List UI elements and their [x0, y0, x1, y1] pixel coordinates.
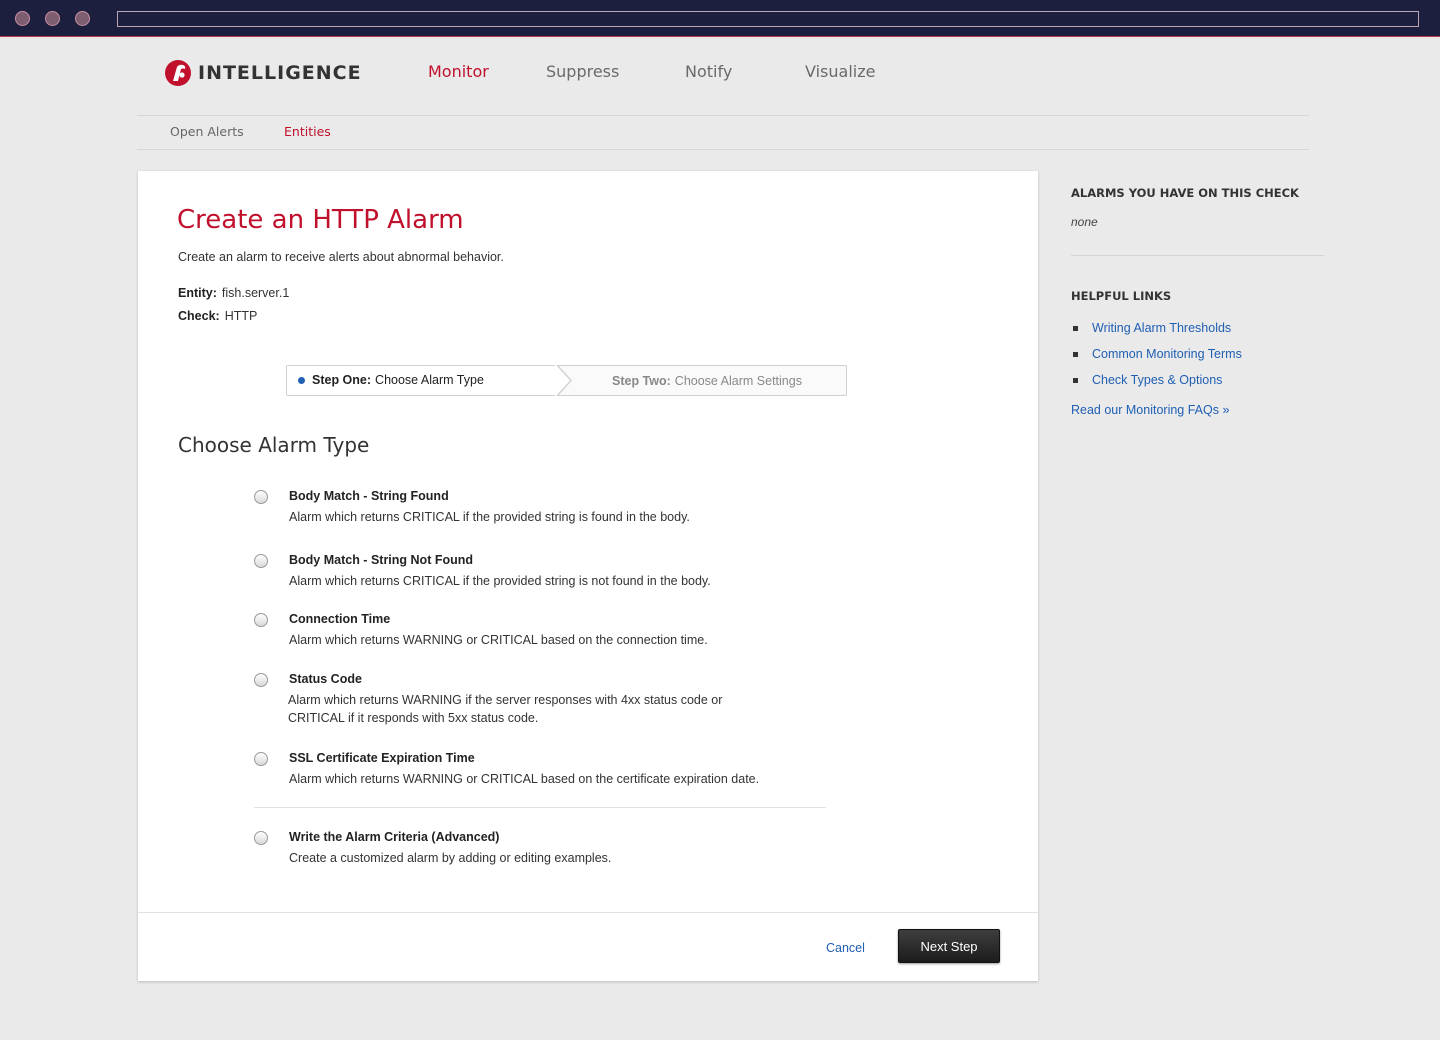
brand-name: INTELLIGENCE — [198, 62, 362, 84]
step-two-text: Choose Alarm Settings — [674, 374, 802, 388]
alarm-option-description: Alarm which returns WARNING if the serve… — [288, 693, 723, 725]
subnav-top-divider — [137, 115, 1309, 116]
entity-label: Entity: — [178, 286, 217, 300]
entity-value: fish.server.1 — [221, 286, 290, 300]
alarm-option-radio[interactable] — [254, 490, 268, 504]
alarm-type-heading: Choose Alarm Type — [178, 433, 370, 457]
alarm-option-title: Status Code — [289, 672, 362, 686]
helpful-links-heading: HELPFUL LINKS — [1071, 289, 1172, 303]
monitoring-faqs-link[interactable]: Read our Monitoring FAQs » — [1071, 403, 1229, 417]
step-one-text: Choose Alarm Type — [375, 373, 484, 387]
entity-info: Entity: fish.server.1 — [178, 286, 289, 300]
brand-logo[interactable]: INTELLIGENCE — [164, 58, 362, 88]
alarm-option-title: Body Match - String Found — [289, 489, 449, 503]
alarms-on-check-value: none — [1071, 215, 1098, 229]
alarm-option-radio[interactable] — [254, 554, 268, 568]
alarm-option-title: Body Match - String Not Found — [289, 553, 474, 567]
window-minimize-button[interactable] — [45, 11, 60, 26]
check-value: HTTP — [224, 309, 258, 323]
alarm-option-title: Write the Alarm Criteria (Advanced) — [289, 830, 500, 844]
page-description: Create an alarm to receive alerts about … — [178, 250, 504, 264]
alarm-option-description: Alarm which returns WARNING or CRITICAL … — [289, 772, 760, 786]
subnav-bottom-divider — [137, 149, 1309, 150]
step-chevron-icon — [555, 365, 573, 396]
nav-monitor[interactable]: Monitor — [428, 62, 489, 81]
wizard-steps: Step One: Choose Alarm Type Step Two: Choo… — [286, 365, 847, 396]
window-close-button[interactable] — [15, 11, 30, 26]
address-bar[interactable] — [117, 11, 1419, 27]
alarm-option-description: Create a customized alarm by adding or e… — [289, 851, 612, 865]
bullet-square-icon — [1073, 378, 1078, 383]
alarm-option-radio[interactable] — [254, 613, 268, 627]
nav-visualize[interactable]: Visualize — [805, 62, 875, 81]
alarm-option-title: SSL Certificate Expiration Time — [289, 751, 475, 765]
alarm-option-radio[interactable] — [254, 673, 268, 687]
sidebar-divider — [1071, 255, 1324, 256]
link-writing-alarm-thresholds[interactable]: Writing Alarm Thresholds — [1092, 321, 1231, 335]
page-title: Create an HTTP Alarm — [177, 205, 464, 235]
subnav-entities[interactable]: Entities — [284, 124, 331, 139]
alarm-option-description: Alarm which returns CRITICAL if the prov… — [289, 510, 690, 524]
step-two: Step Two: Choose Alarm Settings — [612, 374, 802, 388]
step-one-label: Step One: — [312, 373, 372, 387]
step-one: Step One: Choose Alarm Type — [287, 366, 557, 395]
alarm-option-radio[interactable] — [254, 831, 268, 845]
create-alarm-card: Create an HTTP Alarm Create an alarm to … — [138, 171, 1038, 981]
check-info: Check: HTTP — [178, 309, 257, 323]
nav-notify[interactable]: Notify — [685, 62, 732, 81]
bullet-square-icon — [1073, 326, 1078, 331]
next-step-button[interactable]: Next Step — [898, 929, 1000, 963]
card-footer-divider — [138, 912, 1038, 913]
active-step-dot-icon — [298, 377, 305, 384]
window-maximize-button[interactable] — [75, 11, 90, 26]
step-two-label: Step Two: — [612, 374, 671, 388]
alarm-option-description: Alarm which returns CRITICAL if the prov… — [289, 574, 711, 588]
check-label: Check: — [178, 309, 220, 323]
cancel-link[interactable]: Cancel — [826, 941, 865, 955]
window-titlebar — [0, 0, 1440, 37]
nav-suppress[interactable]: Suppress — [546, 62, 619, 81]
link-check-types-options[interactable]: Check Types & Options — [1092, 373, 1222, 387]
bullet-square-icon — [1073, 352, 1078, 357]
link-common-monitoring-terms[interactable]: Common Monitoring Terms — [1092, 347, 1242, 361]
rackspace-logo-icon — [165, 60, 191, 86]
options-divider — [254, 807, 826, 808]
alarm-option-title: Connection Time — [289, 612, 391, 626]
alarm-option-radio[interactable] — [254, 752, 268, 766]
subnav-open-alerts[interactable]: Open Alerts — [170, 124, 244, 139]
alarms-on-check-heading: ALARMS YOU HAVE ON THIS CHECK — [1071, 186, 1299, 200]
alarm-option-description: Alarm which returns WARNING or CRITICAL … — [289, 633, 708, 647]
